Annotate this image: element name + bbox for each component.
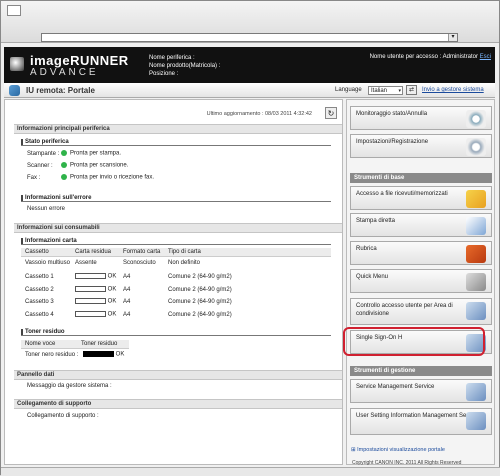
product-name-label: Nome prodotto(Matricola) : — [149, 63, 221, 69]
quick-menu-icon — [466, 273, 486, 291]
monitor-icon — [466, 302, 486, 320]
monitor-icon — [466, 383, 486, 401]
table-row-name: Cassetto 2 — [25, 287, 54, 293]
language-select[interactable]: Italian ▾ — [368, 86, 403, 95]
monitoring-button[interactable]: Monitoraggio stato/Annulla — [350, 106, 492, 130]
user-label: Nome utente per accesso : Administrator — [369, 54, 478, 60]
subsection-toner: Toner residuo — [21, 328, 331, 336]
address-book-button[interactable]: Rubrica — [350, 241, 492, 265]
browser-window: ▾ imageRUNNER ADVANCE Nome periferica : … — [0, 0, 500, 476]
copyright: Copyright CANON INC. 2011 All Rights Res… — [352, 460, 462, 466]
section-device-info: Informazioni principali periferica — [14, 124, 342, 134]
portal-icon — [9, 85, 20, 96]
col-toner-residuo: Toner residuo — [81, 341, 118, 347]
col-tipo-carta: Tipo di carta — [168, 249, 201, 255]
portal-settings-link[interactable]: ⊞ Impostazioni visualizzazione portale — [351, 447, 445, 453]
status-ok-icon — [61, 162, 67, 168]
last-update: Ultimo aggiornamento : 08/03 2011 4:32:4… — [206, 111, 312, 117]
paper-level-bar: OK — [75, 298, 116, 305]
table-row-remaining: Assente — [75, 260, 97, 266]
window-icon — [7, 5, 21, 16]
folder-icon — [466, 190, 486, 208]
table-row-name: Cassetto 1 — [25, 274, 54, 280]
user-info: Nome utente per accesso : Administrator … — [370, 54, 491, 60]
scanner-label: Scanner : — [27, 163, 53, 169]
status-ok-icon — [61, 174, 67, 180]
basic-tools-header: Strumenti di base — [350, 173, 492, 183]
main-panel: Ultimo aggiornamento : 08/03 2011 4:32:4… — [4, 99, 343, 465]
settings-button[interactable]: Impostazioni/Registrazione — [350, 134, 492, 158]
sidebar: Monitoraggio stato/Annulla Impostazioni/… — [346, 99, 495, 465]
monitor-icon — [466, 412, 486, 430]
toner-level-bar: OK — [83, 351, 124, 358]
logo-subtext: ADVANCE — [30, 67, 99, 78]
table-row-type: Non definito — [168, 260, 201, 266]
table-row-name: Cassetto 4 — [25, 312, 54, 318]
table-row-type: Comune 2 (64-90 g/m2) — [168, 312, 232, 318]
highlight-box — [343, 327, 485, 356]
refresh-icon[interactable]: ↻ — [325, 107, 337, 119]
sub-header: IU remota: Portale Language Italian ▾ ⇄ I… — [4, 83, 495, 98]
management-tools-header: Strumenti di gestione — [350, 366, 492, 376]
table-row-size: A4 — [123, 312, 131, 318]
address-book-icon — [466, 245, 486, 263]
paper-level-bar: OK — [75, 311, 116, 318]
section-support-link: Collegamento di supporto — [14, 399, 342, 409]
device-info: Nome periferica : Nome prodotto(Matricol… — [149, 54, 220, 78]
eye-icon — [466, 110, 486, 128]
admin-message-label: Messaggio da gestore sistema : — [27, 383, 112, 389]
section-data-panel: Pannello dati — [14, 370, 342, 380]
section-consumables: Informazioni sui consumabili — [14, 223, 342, 233]
chevron-down-icon[interactable]: ▾ — [448, 34, 457, 41]
logout-link[interactable]: Esci — [480, 54, 491, 60]
table-row-type: Comune 2 (64-90 g/m2) — [168, 299, 232, 305]
printer-label: Stampante : — [27, 151, 60, 157]
logo-text: imageRUNNER — [30, 53, 129, 68]
print-icon — [466, 217, 486, 235]
printer-status: Pronta per stampa. — [61, 150, 121, 157]
location-label: Posizione : — [149, 71, 179, 77]
table-row-size: A4 — [123, 287, 131, 293]
language-apply-button[interactable]: ⇄ — [406, 85, 417, 95]
col-carta-residua: Carta residua — [75, 249, 112, 255]
file-access-button[interactable]: Accesso a file ricevuti/memorizzati — [350, 186, 492, 210]
table-row-name: Cassetto 3 — [25, 299, 54, 305]
app-header: imageRUNNER ADVANCE Nome periferica : No… — [4, 47, 495, 83]
support-link-label: Collegamento di supporto : — [27, 413, 99, 419]
fax-label: Fax : — [27, 175, 41, 181]
table-row-type: Comune 2 (64-90 g/m2) — [168, 287, 232, 293]
table-row-name: Vassoio multiuso — [25, 260, 70, 266]
scanner-status: Pronta per scansione. — [61, 162, 128, 169]
toner-row-name: Toner nero residuo : — [25, 352, 79, 358]
language-label: Language — [335, 87, 362, 93]
status-ok-icon — [61, 150, 67, 156]
table-row-size: A4 — [123, 299, 131, 305]
service-management-button[interactable]: Service Management Service — [350, 379, 492, 403]
subsection-error-info: Informazioni sull'errore — [21, 194, 331, 202]
address-bar[interactable]: ▾ — [41, 33, 458, 42]
gear-icon — [466, 138, 486, 156]
subsection-device-status: Stato periferica — [21, 138, 331, 146]
direct-print-button[interactable]: Stampa diretta — [350, 213, 492, 237]
chevron-down-icon: ▾ — [398, 88, 401, 94]
table-row-type: Comune 2 (64-90 g/m2) — [168, 274, 232, 280]
col-formato-carta: Formato carta — [123, 249, 161, 255]
user-setting-info-button[interactable]: User Setting Information Management Serv… — [350, 408, 492, 435]
quick-menu-button[interactable]: Quick Menu — [350, 269, 492, 293]
paper-level-bar: OK — [75, 273, 116, 280]
subsection-paper-info: Informazioni carta — [21, 237, 331, 245]
access-control-button[interactable]: Controllo accesso utente per Area di con… — [350, 298, 492, 325]
paper-level-bar: OK — [75, 286, 116, 293]
error-value: Nessun errore — [27, 206, 66, 212]
table-row-size: A4 — [123, 274, 131, 280]
col-nome-voce: Nome voce — [25, 341, 56, 347]
col-cassetto: Cassetto — [25, 249, 49, 255]
device-name-label: Nome periferica : — [149, 55, 195, 61]
go-to-admin-link[interactable]: Invio a gestore sistema — [422, 87, 484, 93]
browser-toolbar: ▾ — [1, 1, 499, 43]
page-title: IU remota: Portale — [26, 86, 95, 95]
table-row-size: Sconosciuto — [123, 260, 156, 266]
fax-status: Pronta per invio o ricezione fax. — [61, 174, 154, 181]
canon-logo-icon — [10, 57, 24, 71]
